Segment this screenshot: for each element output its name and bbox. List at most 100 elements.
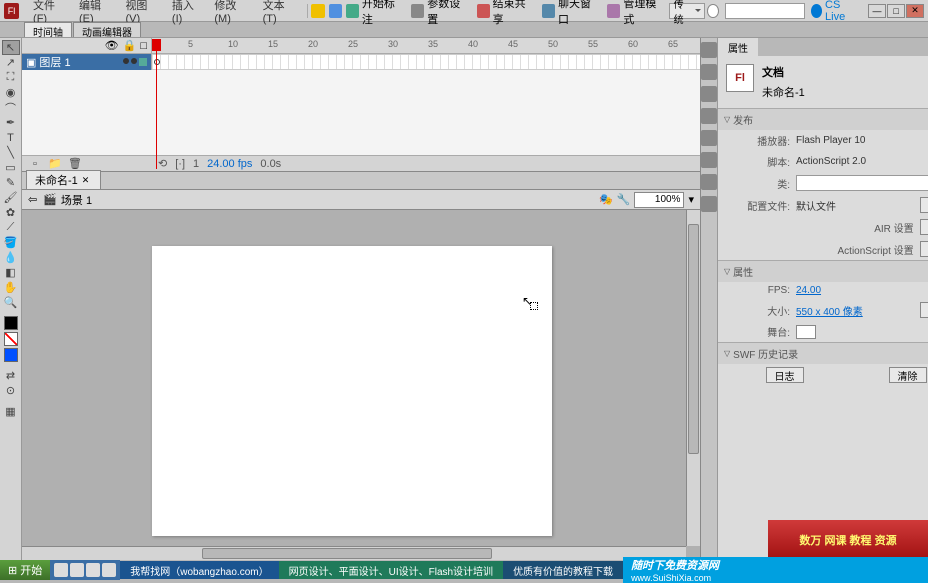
- frame-ruler[interactable]: 1 5 10 15 20 25 30 35 40 45 50 55 60 65: [152, 38, 700, 53]
- close-button[interactable]: ✕: [906, 4, 924, 18]
- hand-icon[interactable]: [329, 4, 342, 18]
- search-input[interactable]: [725, 3, 805, 19]
- zoom-tool[interactable]: 🔍: [2, 295, 20, 310]
- class-input[interactable]: [796, 175, 928, 191]
- tray-icon[interactable]: [102, 563, 116, 577]
- delete-layer-icon[interactable]: 🗑: [66, 156, 84, 171]
- minimize-button[interactable]: —: [868, 4, 886, 18]
- visibility-dot[interactable]: [123, 58, 129, 64]
- free-transform-tool[interactable]: ⛶: [2, 70, 20, 85]
- option-icon[interactable]: ▦: [2, 404, 20, 419]
- fps-value[interactable]: 24.00: [796, 285, 821, 296]
- scrollbar-thumb[interactable]: [202, 548, 492, 559]
- edit-size-button[interactable]: 编辑...: [920, 302, 928, 318]
- search-icon[interactable]: [707, 4, 719, 18]
- rectangle-tool[interactable]: ▭: [2, 160, 20, 175]
- eyedropper-tool[interactable]: 💧: [2, 250, 20, 265]
- tray-icon[interactable]: [54, 563, 68, 577]
- snap-icon[interactable]: ⊙: [2, 383, 20, 398]
- subselection-tool[interactable]: ↗: [2, 55, 20, 70]
- align-panel-icon[interactable]: [701, 108, 717, 124]
- no-color-icon[interactable]: [4, 332, 18, 346]
- swatches-panel-icon[interactable]: [701, 86, 717, 102]
- menu-file[interactable]: 文件(F): [27, 0, 73, 25]
- lock-dot[interactable]: [131, 58, 137, 64]
- scrollbar-thumb[interactable]: [688, 224, 699, 454]
- menu-modify[interactable]: 修改(M): [208, 0, 256, 25]
- frame-strip[interactable]: [152, 54, 700, 70]
- menu-text[interactable]: 文本(T): [257, 0, 303, 25]
- menu-edit[interactable]: 编辑(E): [73, 0, 119, 25]
- tab-close-icon[interactable]: ✕: [82, 175, 92, 185]
- document-tab[interactable]: 未命名-1 ✕: [26, 170, 101, 189]
- bone-tool[interactable]: ⟋: [2, 220, 20, 235]
- edit-profile-button[interactable]: 编辑...: [920, 197, 928, 213]
- pen-tool[interactable]: ✒: [2, 115, 20, 130]
- params-button[interactable]: 参数设置: [407, 0, 472, 27]
- 3d-rotation-tool[interactable]: ◉: [2, 85, 20, 100]
- outline-icon[interactable]: □: [140, 40, 147, 52]
- log-button[interactable]: 日志: [766, 367, 804, 383]
- stroke-color-swatch[interactable]: [4, 316, 18, 330]
- info-panel-icon[interactable]: [701, 130, 717, 146]
- tray-icon[interactable]: [86, 563, 100, 577]
- eraser-tool[interactable]: ◧: [2, 265, 20, 280]
- clear-button[interactable]: 清除: [889, 367, 927, 383]
- playhead[interactable]: [156, 39, 157, 169]
- lasso-tool[interactable]: ⌒: [2, 100, 20, 115]
- start-button[interactable]: ⊞开始: [0, 560, 50, 580]
- taskbar-item[interactable]: 优质有价值的教程下载: [503, 561, 623, 579]
- components-panel-icon[interactable]: [701, 174, 717, 190]
- stage[interactable]: [152, 246, 552, 536]
- line-tool[interactable]: ╲: [2, 145, 20, 160]
- scene-name[interactable]: 场景 1: [61, 192, 92, 208]
- as-edit-button[interactable]: 编辑...: [920, 241, 928, 257]
- taskbar-item[interactable]: 网页设计、平面设计、UI设计、Flash设计培训: [279, 561, 503, 579]
- tab-timeline[interactable]: 时间轴: [24, 22, 72, 37]
- menu-insert[interactable]: 插入(I): [166, 0, 208, 25]
- stage-color-swatch[interactable]: [796, 325, 816, 339]
- tray-icon[interactable]: [70, 563, 84, 577]
- onion-skin-icon[interactable]: ⟲: [158, 157, 167, 170]
- brush-tool[interactable]: 🖌: [2, 190, 20, 205]
- manage-button[interactable]: 管理模式: [603, 0, 668, 27]
- onion-range-icon[interactable]: [·]: [175, 158, 185, 170]
- workspace-dropdown[interactable]: 传统: [669, 3, 705, 19]
- ad-banner-right[interactable]: 数万 网课 教程 资源: [768, 520, 928, 560]
- zoom-dropdown-icon[interactable]: ▾: [688, 193, 694, 206]
- deco-tool[interactable]: ✿: [2, 205, 20, 220]
- motion-panel-icon[interactable]: [701, 196, 717, 212]
- annotate-button[interactable]: 开始标注: [342, 0, 407, 27]
- text-tool[interactable]: T: [2, 130, 20, 145]
- tab-motion-editor[interactable]: 动画编辑器: [73, 22, 141, 37]
- zoom-input[interactable]: [634, 192, 684, 208]
- ad-banner-bottom[interactable]: 随时下免费资源网 www.SuiShiXia.com: [623, 557, 928, 583]
- layer-row[interactable]: ▣ 图层 1: [22, 54, 152, 70]
- air-edit-button[interactable]: 编辑...: [920, 219, 928, 235]
- maximize-button[interactable]: □: [887, 4, 905, 18]
- fill-color-swatch[interactable]: [4, 348, 18, 362]
- pencil-tool[interactable]: ✎: [2, 175, 20, 190]
- taskbar-item[interactable]: 我帮找网（wobangzhao.com）: [120, 561, 278, 579]
- size-value[interactable]: 550 x 400 像素: [796, 303, 863, 318]
- properties-section-header[interactable]: 属性: [718, 261, 928, 282]
- canvas-area[interactable]: ↖: [22, 210, 700, 560]
- horizontal-scrollbar[interactable]: [22, 546, 686, 560]
- swap-colors-icon[interactable]: ⇄: [2, 368, 20, 383]
- edit-symbol-icon[interactable]: 🔧: [617, 193, 631, 206]
- swf-history-section-header[interactable]: SWF 历史记录: [718, 343, 928, 364]
- lock-icon[interactable]: 🔒: [123, 39, 137, 52]
- menu-view[interactable]: 视图(V): [119, 0, 165, 25]
- chat-button[interactable]: 聊天窗口: [538, 0, 603, 27]
- new-folder-icon[interactable]: 📁: [46, 156, 64, 171]
- properties-tab[interactable]: 属性: [718, 38, 758, 57]
- keyframe-icon[interactable]: [154, 59, 160, 65]
- paint-bucket-tool[interactable]: 🪣: [2, 235, 20, 250]
- color-panel-icon[interactable]: [701, 64, 717, 80]
- library-panel-icon[interactable]: [701, 42, 717, 58]
- publish-section-header[interactable]: 发布: [718, 109, 928, 130]
- cslive-button[interactable]: CS Live: [807, 0, 860, 23]
- share-button[interactable]: 结束共享: [473, 0, 538, 27]
- vertical-scrollbar[interactable]: [686, 210, 700, 546]
- back-icon[interactable]: ⇦: [28, 193, 37, 206]
